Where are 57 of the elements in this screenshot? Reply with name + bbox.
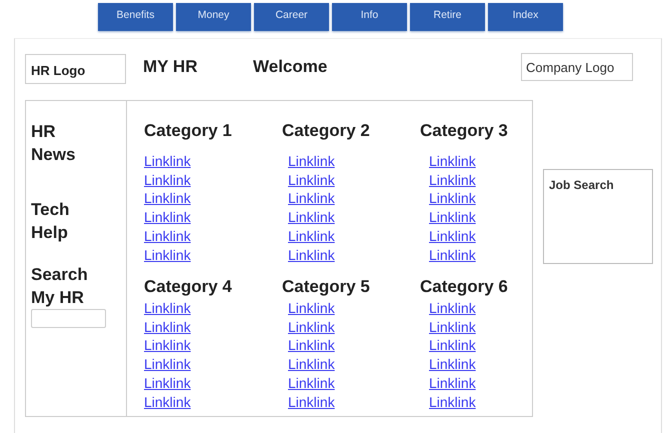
- nav-tab[interactable]: Retire: [410, 3, 485, 31]
- nav-tab[interactable]: Benefits: [98, 3, 173, 31]
- job-search-panel: Job Search: [543, 169, 653, 264]
- category-heading: Category 6: [420, 277, 508, 297]
- nav-tab[interactable]: Info: [332, 3, 407, 31]
- category-link[interactable]: Linklink: [429, 208, 476, 227]
- category-heading: Category 4: [144, 277, 232, 297]
- site-title: MY HR: [143, 57, 198, 77]
- category-link[interactable]: Linklink: [429, 246, 476, 264]
- hr-logo: HR Logo: [25, 54, 126, 84]
- nav-tab[interactable]: Index: [488, 3, 563, 31]
- category-link[interactable]: Linklink: [429, 152, 476, 171]
- category-link[interactable]: Linklink: [288, 355, 335, 374]
- category-link[interactable]: Linklink: [288, 226, 335, 246]
- category-link[interactable]: Linklink: [144, 355, 191, 374]
- category-link[interactable]: Linklink: [144, 246, 191, 264]
- category-link[interactable]: Linklink: [288, 189, 335, 208]
- nav-tab[interactable]: Career: [254, 3, 329, 31]
- search-field[interactable]: [31, 309, 106, 328]
- category-link[interactable]: Linklink: [429, 374, 476, 393]
- category-link[interactable]: Linklink: [429, 355, 476, 374]
- category-heading: Category 1: [144, 121, 232, 141]
- category-link[interactable]: Linklink: [288, 208, 335, 227]
- category-heading: Category 3: [420, 121, 508, 141]
- category-link[interactable]: Linklink: [144, 392, 191, 412]
- category-link[interactable]: Linklink: [144, 208, 191, 227]
- category-link[interactable]: Linklink: [429, 318, 476, 336]
- category-link[interactable]: Linklink: [288, 392, 335, 412]
- category-link[interactable]: Linklink: [429, 226, 476, 246]
- category-heading: Category 5: [282, 277, 370, 297]
- category-link[interactable]: Linklink: [144, 374, 191, 393]
- category-link[interactable]: Linklink: [288, 318, 335, 336]
- category-link[interactable]: Linklink: [144, 336, 191, 356]
- sidebar-heading: HR News: [31, 121, 76, 166]
- category-link[interactable]: Linklink: [144, 318, 191, 336]
- category-link[interactable]: Linklink: [429, 336, 476, 356]
- category-link[interactable]: Linklink: [288, 246, 335, 264]
- nav-tab[interactable]: Money: [176, 3, 251, 31]
- category-link[interactable]: Linklink: [144, 170, 191, 190]
- sidebar-heading: Search My HR: [31, 264, 89, 308]
- sidebar-heading: Tech Help: [31, 199, 70, 244]
- category-link[interactable]: Linklink: [144, 299, 191, 318]
- category-link[interactable]: Linklink: [288, 152, 335, 171]
- category-heading: Category 2: [282, 121, 370, 141]
- category-link[interactable]: Linklink: [144, 152, 191, 171]
- category-link[interactable]: Linklink: [288, 299, 335, 318]
- category-link[interactable]: Linklink: [429, 170, 476, 190]
- category-link[interactable]: Linklink: [288, 170, 335, 190]
- category-link[interactable]: Linklink: [144, 189, 191, 208]
- category-link[interactable]: Linklink: [429, 392, 476, 412]
- category-link[interactable]: Linklink: [144, 226, 191, 246]
- welcome-heading: Welcome: [253, 57, 328, 77]
- category-link[interactable]: Linklink: [429, 299, 476, 318]
- category-link[interactable]: Linklink: [288, 374, 335, 393]
- company-logo: Company Logo: [521, 53, 633, 81]
- category-link[interactable]: Linklink: [288, 336, 335, 356]
- category-link[interactable]: Linklink: [429, 189, 476, 208]
